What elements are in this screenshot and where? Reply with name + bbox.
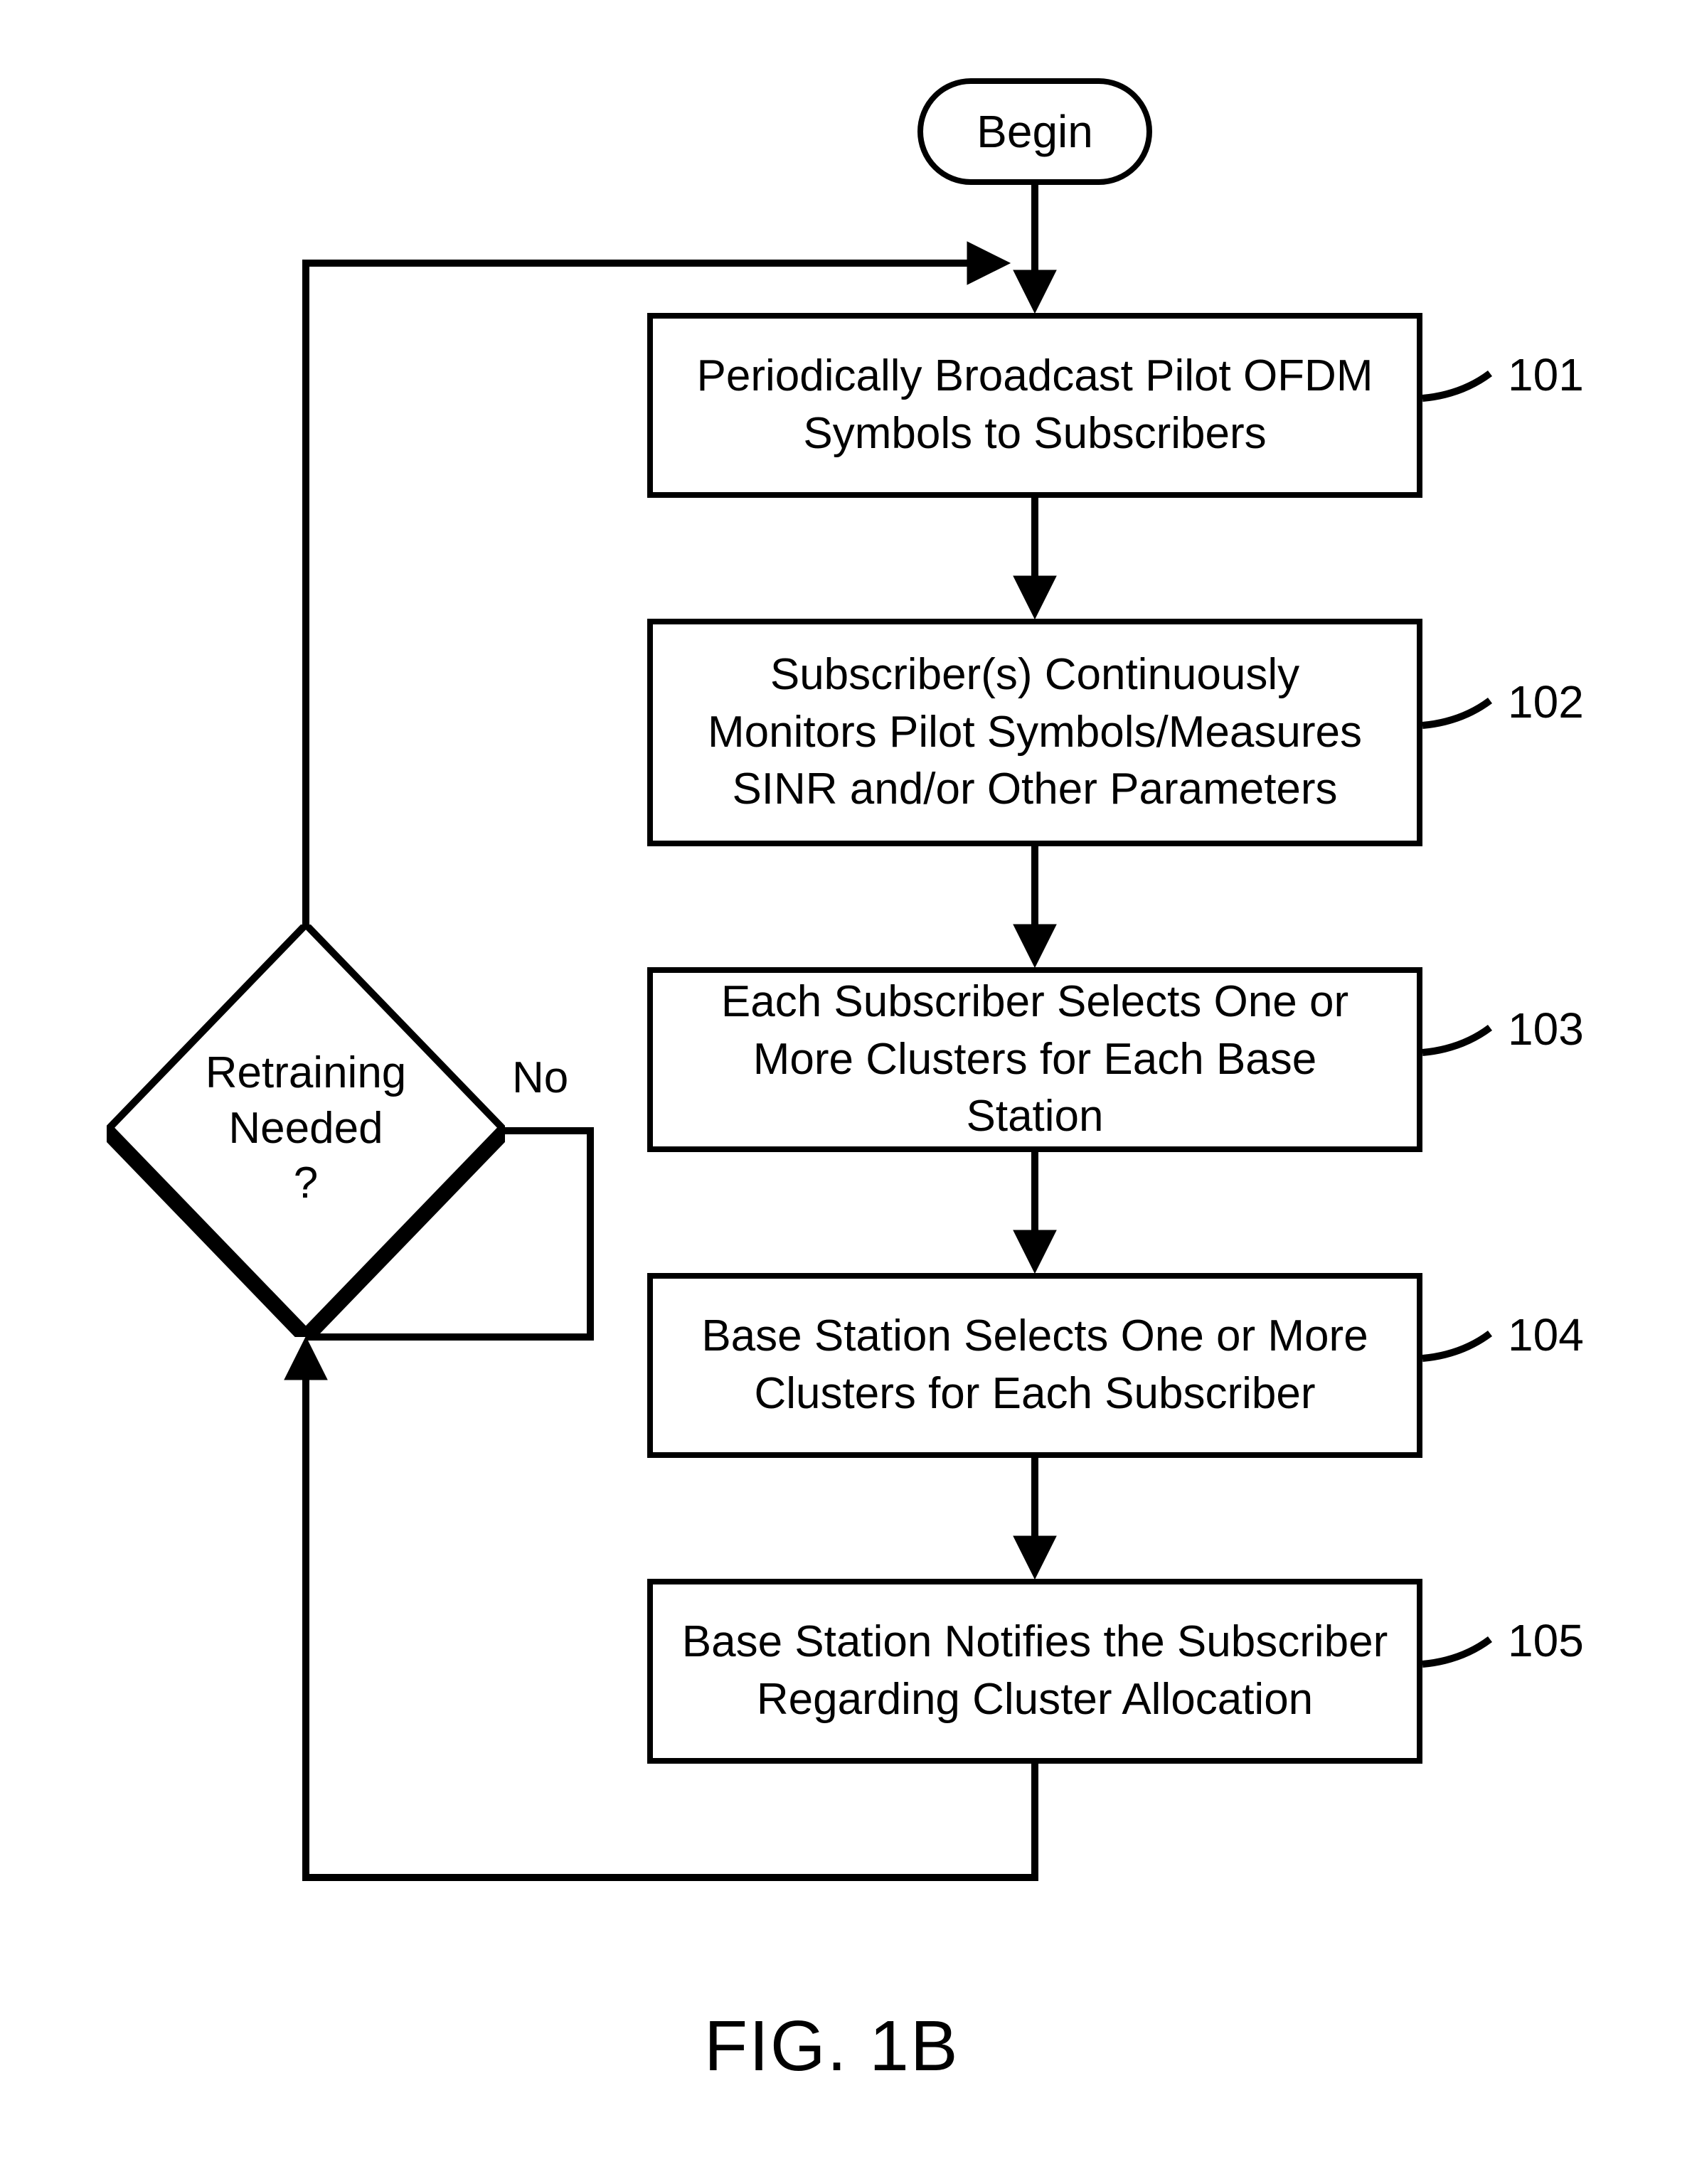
ref-105: 105 bbox=[1508, 1614, 1584, 1667]
step-102-text: Subscriber(s) Continuously Monitors Pilo… bbox=[681, 646, 1388, 819]
step-104: Base Station Selects One or More Cluster… bbox=[647, 1273, 1422, 1458]
step-105-text: Base Station Notifies the Subscriber Reg… bbox=[681, 1614, 1388, 1728]
step-101: Periodically Broadcast Pilot OFDM Symbol… bbox=[647, 313, 1422, 498]
figure-label: FIG. 1B bbox=[704, 2005, 959, 2087]
ref-104: 104 bbox=[1508, 1309, 1584, 1361]
ref-101: 101 bbox=[1508, 348, 1584, 401]
begin-label: Begin bbox=[977, 105, 1093, 158]
ref-102: 102 bbox=[1508, 676, 1584, 728]
decision-line2: Needed bbox=[228, 1104, 383, 1153]
step-103: Each Subscriber Selects One or More Clus… bbox=[647, 967, 1422, 1152]
step-103-text: Each Subscriber Selects One or More Clus… bbox=[681, 974, 1388, 1146]
begin-terminator: Begin bbox=[917, 78, 1152, 185]
step-105: Base Station Notifies the Subscriber Reg… bbox=[647, 1579, 1422, 1764]
decision-line1: Retraining bbox=[206, 1048, 407, 1097]
decision-line3: ? bbox=[294, 1158, 318, 1208]
decision-no-label: No bbox=[512, 1053, 568, 1103]
step-101-text: Periodically Broadcast Pilot OFDM Symbol… bbox=[681, 348, 1388, 462]
step-102: Subscriber(s) Continuously Monitors Pilo… bbox=[647, 619, 1422, 846]
ref-103: 103 bbox=[1508, 1003, 1584, 1055]
step-104-text: Base Station Selects One or More Cluster… bbox=[681, 1308, 1388, 1422]
decision-text: Retraining Needed ? bbox=[178, 1045, 434, 1211]
flowchart-canvas: Begin Periodically Broadcast Pilot OFDM … bbox=[0, 0, 1692, 2184]
